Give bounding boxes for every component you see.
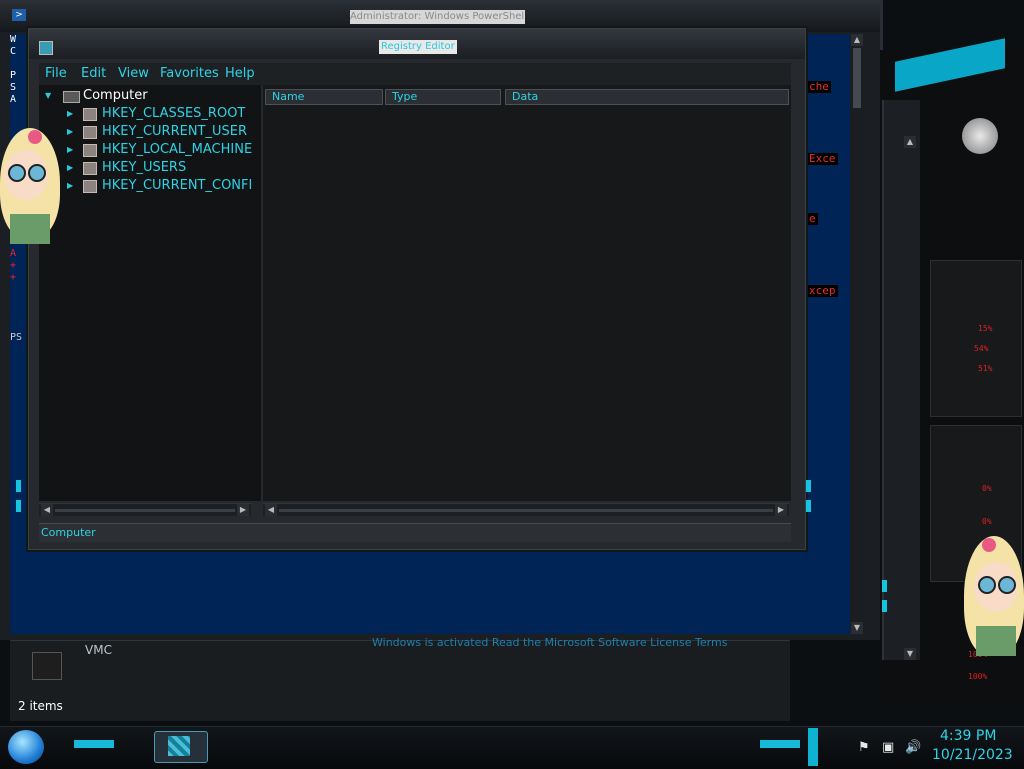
alien-logo-icon	[962, 118, 998, 154]
menu-favorites[interactable]: Favorites	[160, 66, 219, 82]
character-decal-left	[0, 128, 62, 248]
tree-item-hkey[interactable]: ▶ HKEY_CURRENT_USER	[39, 123, 259, 141]
scroll-left-arrow-icon[interactable]: ◀	[265, 504, 277, 516]
explorer-window[interactable]	[10, 640, 790, 721]
status-bar: Computer	[39, 523, 791, 542]
volume-icon[interactable]: 🔊	[905, 740, 921, 755]
column-header-name[interactable]: Name	[265, 89, 383, 105]
status-path: Computer	[41, 526, 96, 539]
menu-bar: File Edit View Favorites Help	[39, 63, 791, 85]
flag-icon[interactable]: ⚑	[858, 740, 870, 755]
registry-editor-titlebar[interactable]: Registry Editor	[29, 29, 805, 59]
values-horizontal-scrollbar[interactable]: ◀ ▶	[263, 503, 789, 516]
console-text-chunk: e	[807, 212, 818, 225]
folder-icon	[83, 162, 97, 175]
background-window-edge[interactable]: ▲ ▼	[882, 100, 920, 660]
gadget-readout: 54%	[974, 344, 989, 353]
start-button[interactable]	[8, 730, 44, 764]
frame-accent	[16, 500, 21, 512]
gadget-readout: 15%	[978, 324, 993, 333]
gadget-readout: 51%	[978, 364, 993, 373]
gadget-panel-cpu	[930, 260, 1022, 417]
scroll-right-arrow-icon[interactable]: ▶	[775, 504, 787, 516]
console-text-chunk: che	[807, 80, 831, 93]
collapse-arrow-icon[interactable]: ▼	[45, 87, 51, 105]
network-icon[interactable]: ▣	[882, 740, 894, 755]
tree-item-hkey[interactable]: ▶ HKEY_CURRENT_CONFI	[39, 177, 259, 195]
tree-label: HKEY_CURRENT_CONFI	[102, 178, 253, 193]
tree-item-hkey[interactable]: ▶ HKEY_USERS	[39, 159, 259, 177]
powershell-icon: >	[12, 9, 26, 21]
column-header-data[interactable]: Data	[505, 89, 789, 105]
column-header-type[interactable]: Type	[385, 89, 501, 105]
scroll-up-arrow-icon[interactable]: ▲	[851, 34, 863, 46]
gadget-readout: 0%	[982, 517, 992, 526]
registry-values-pane[interactable]: Name Type Data	[263, 85, 791, 501]
frame-accent	[882, 600, 887, 612]
clock-time[interactable]: 4:39 PM	[940, 728, 996, 744]
taskbar-accent	[74, 740, 114, 748]
folder-icon	[83, 180, 97, 193]
computer-icon	[63, 91, 80, 103]
powershell-vertical-scrollbar[interactable]: ▲ ▼	[850, 34, 864, 634]
console-text-chunk: Exce	[807, 152, 838, 165]
menu-edit[interactable]: Edit	[81, 66, 106, 82]
folder-icon	[83, 126, 97, 139]
expand-arrow-icon[interactable]: ▶	[67, 123, 73, 141]
scroll-right-arrow-icon[interactable]: ▶	[237, 504, 249, 516]
registry-editor-title: Registry Editor	[379, 40, 457, 54]
folder-icon	[83, 108, 97, 121]
scroll-down-arrow-icon[interactable]: ▼	[904, 648, 916, 660]
tree-label: HKEY_LOCAL_MACHINE	[102, 142, 253, 157]
tree-horizontal-scrollbar[interactable]: ◀ ▶	[39, 503, 251, 516]
registry-editor-icon	[39, 41, 53, 55]
tree-item-computer[interactable]: ▼ Computer	[39, 87, 259, 105]
clock-date[interactable]: 10/21/2023	[932, 747, 1013, 763]
tree-item-hkey[interactable]: ▶ HKEY_CLASSES_ROOT	[39, 105, 259, 123]
frame-accent	[882, 580, 887, 592]
activation-notice[interactable]: Windows is activated Read the Microsoft …	[372, 636, 727, 649]
scroll-up-arrow-icon[interactable]: ▲	[904, 136, 916, 148]
folder-icon	[83, 144, 97, 157]
taskbar-accent	[760, 740, 800, 748]
character-decal-right	[962, 536, 1024, 660]
registry-editor-icon	[168, 736, 190, 756]
tree-label: HKEY_CLASSES_ROOT	[102, 106, 246, 121]
frame-accent	[806, 480, 811, 492]
explorer-folder-icon	[32, 652, 62, 680]
frame-accent	[806, 500, 811, 512]
tree-item-hkey[interactable]: ▶ HKEY_LOCAL_MACHINE	[39, 141, 259, 159]
frame-accent	[16, 480, 21, 492]
menu-file[interactable]: File	[45, 66, 67, 82]
scroll-left-arrow-icon[interactable]: ◀	[41, 504, 53, 516]
registry-tree-pane[interactable]: ▼ Computer ▶ HKEY_CLASSES_ROOT ▶ HKEY_CU…	[39, 85, 261, 501]
console-left-text-lower: A + +	[10, 248, 17, 283]
menu-view[interactable]: View	[118, 66, 149, 82]
show-desktop-button[interactable]	[808, 728, 818, 766]
explorer-title: VMC	[85, 643, 112, 657]
console-left-text: W C P S A	[10, 34, 17, 105]
scrollbar-track[interactable]	[279, 509, 773, 512]
gadget-readout: 100%	[968, 672, 988, 681]
tree-label: Computer	[83, 88, 148, 103]
menu-help[interactable]: Help	[225, 66, 255, 82]
scrollbar-track[interactable]	[55, 509, 235, 512]
tree-label: HKEY_CURRENT_USER	[102, 124, 248, 139]
expand-arrow-icon[interactable]: ▶	[67, 141, 73, 159]
expand-arrow-icon[interactable]: ▶	[67, 177, 73, 195]
console-prompt: PS	[10, 332, 23, 343]
scroll-down-arrow-icon[interactable]: ▼	[851, 622, 863, 634]
expand-arrow-icon[interactable]: ▶	[67, 159, 73, 177]
gadget-readout: 0%	[982, 484, 992, 493]
items-count: 2 items	[18, 699, 63, 713]
console-text-chunk: xcep	[807, 284, 838, 297]
scrollbar-thumb[interactable]	[853, 48, 861, 108]
tree-label: HKEY_USERS	[102, 160, 187, 175]
registry-editor-window[interactable]: Registry Editor File Edit View Favorites…	[28, 28, 806, 550]
expand-arrow-icon[interactable]: ▶	[67, 105, 73, 123]
powershell-title: Administrator: Windows PowerShell	[350, 10, 525, 24]
